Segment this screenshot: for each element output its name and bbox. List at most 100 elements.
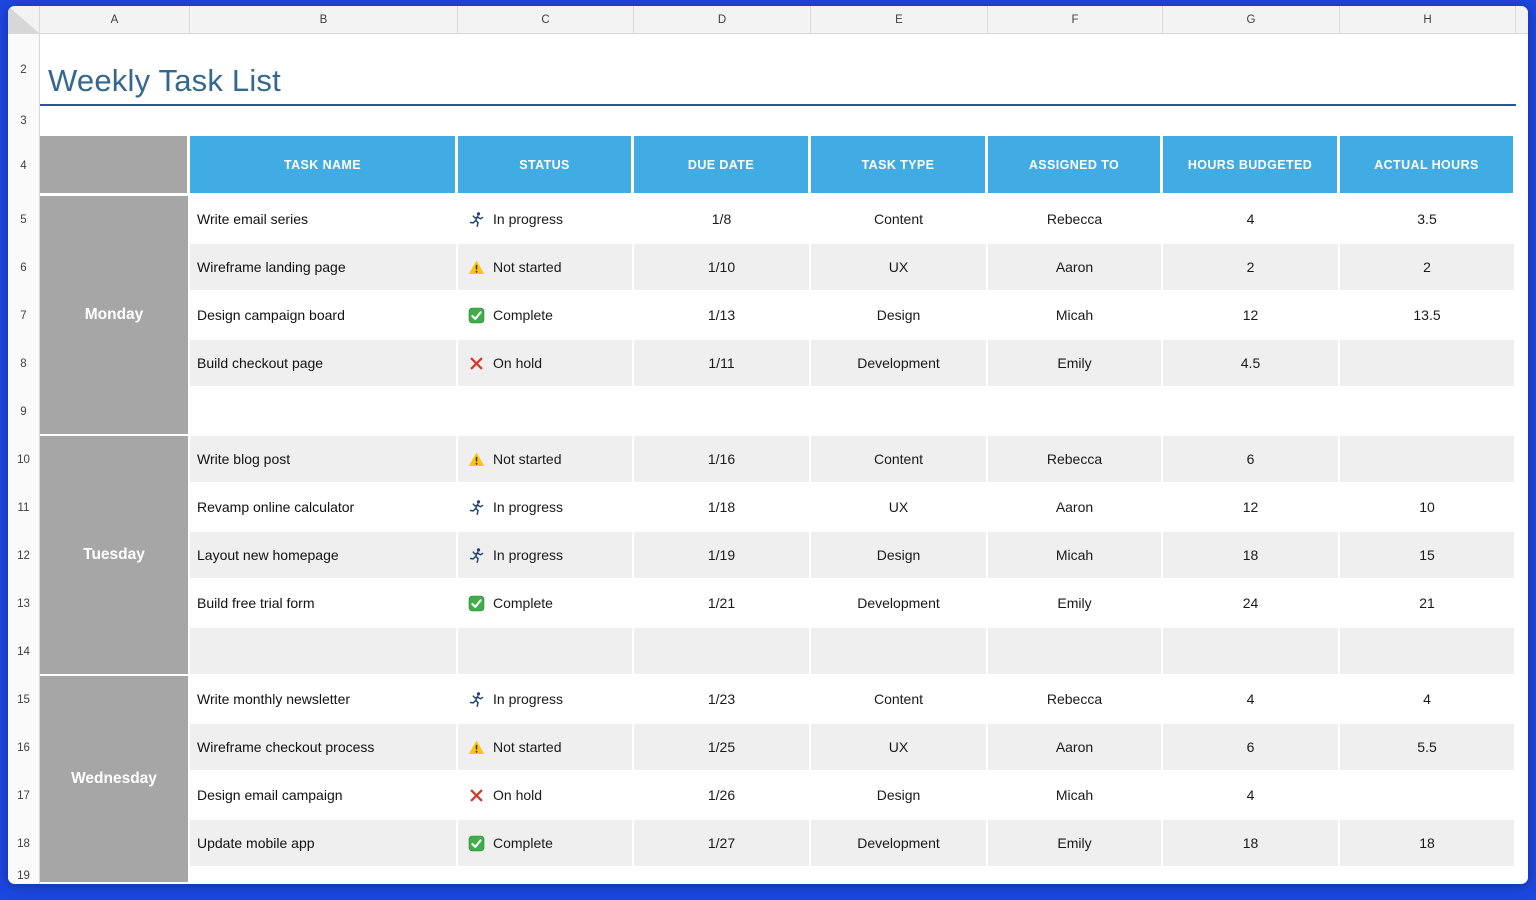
column-letter-d[interactable]: D [634,6,811,33]
cell-hours-budgeted[interactable]: 2 [1163,244,1340,292]
day-cell-tuesday[interactable]: Tuesday [40,436,190,676]
cell-task-name[interactable]: Build free trial form [190,580,458,628]
header-corner-cell[interactable] [40,136,190,196]
cell-hours-budgeted[interactable]: 12 [1163,292,1340,340]
cell-status[interactable]: Not started [458,724,634,772]
cell-actual-hours[interactable]: 15 [1340,532,1516,580]
cell-task-name[interactable]: Wireframe landing page [190,244,458,292]
cell-actual-hours[interactable]: 4 [1340,676,1516,724]
cell-status[interactable]: On hold [458,340,634,388]
row-number-10[interactable]: 10 [8,436,39,484]
cell-actual-hours[interactable]: 21 [1340,580,1516,628]
row-number-3[interactable]: 3 [8,106,39,136]
cell-status-empty[interactable] [458,628,634,676]
cell-actual-hours[interactable]: 10 [1340,484,1516,532]
cell-task-name-empty[interactable] [190,868,458,884]
cell-task-name[interactable]: Wireframe checkout process [190,724,458,772]
cell-status[interactable]: Complete [458,820,634,868]
cell-hours-budgeted[interactable]: 24 [1163,580,1340,628]
cell-due-date[interactable]: 1/27 [634,820,811,868]
cell-due-date[interactable]: 1/8 [634,196,811,244]
cell-task-type[interactable]: Development [811,820,988,868]
sheet-title[interactable]: Weekly Task List [48,63,281,99]
cell-status[interactable]: Complete [458,292,634,340]
cell-assigned-to[interactable]: Aaron [988,484,1163,532]
cell-hours-budgeted[interactable]: 4 [1163,772,1340,820]
cell-due-date[interactable]: 1/13 [634,292,811,340]
cell-due-date[interactable]: 1/11 [634,340,811,388]
cell-status-empty[interactable] [458,388,634,436]
cell-actual-hours[interactable]: 3.5 [1340,196,1516,244]
cell-hours-budgeted[interactable]: 6 [1163,724,1340,772]
column-letter-e[interactable]: E [811,6,988,33]
cell-actual-hours-empty[interactable] [1340,628,1516,676]
cell-hours-budgeted[interactable]: 12 [1163,484,1340,532]
cell-actual-hours[interactable] [1340,772,1516,820]
cell-task-name[interactable]: Build checkout page [190,340,458,388]
cell-assigned-to[interactable]: Aaron [988,724,1163,772]
header-assigned-to[interactable]: ASSIGNED TO [988,136,1163,196]
row-number-9[interactable]: 9 [8,388,39,436]
cell-hours-budgeted[interactable]: 4.5 [1163,340,1340,388]
cell-actual-hours[interactable]: 2 [1340,244,1516,292]
cell-actual-hours[interactable] [1340,436,1516,484]
cell-due-date[interactable]: 1/18 [634,484,811,532]
cell-status[interactable]: In progress [458,676,634,724]
cell-assigned-to-empty[interactable] [988,628,1163,676]
cell-task-name[interactable]: Update mobile app [190,820,458,868]
cell-actual-hours[interactable] [1340,340,1516,388]
cell-assigned-to[interactable]: Micah [988,292,1163,340]
cell-due-date[interactable]: 1/26 [634,772,811,820]
cell-assigned-to[interactable]: Emily [988,340,1163,388]
header-status[interactable]: STATUS [458,136,634,196]
row-number-6[interactable]: 6 [8,244,39,292]
cell-task-type-empty[interactable] [811,628,988,676]
cell-task-type[interactable]: Development [811,580,988,628]
cell-assigned-to[interactable]: Micah [988,772,1163,820]
row-number-16[interactable]: 16 [8,724,39,772]
cell-task-name[interactable]: Design campaign board [190,292,458,340]
cell-status[interactable]: Not started [458,436,634,484]
cell-assigned-to-empty[interactable] [988,388,1163,436]
cell-task-type-empty[interactable] [811,388,988,436]
cell-due-date[interactable]: 1/23 [634,676,811,724]
row-number-8[interactable]: 8 [8,340,39,388]
cell-task-type[interactable]: UX [811,244,988,292]
cell-task-type[interactable]: Development [811,340,988,388]
row-number-17[interactable]: 17 [8,772,39,820]
cell-due-date-empty[interactable] [634,868,811,884]
row-number-15[interactable]: 15 [8,676,39,724]
cell-task-name[interactable]: Write monthly newsletter [190,676,458,724]
header-task-type[interactable]: TASK TYPE [811,136,988,196]
cell-due-date[interactable]: 1/16 [634,436,811,484]
cell-task-name[interactable]: Revamp online calculator [190,484,458,532]
header-actual-hours[interactable]: ACTUAL HOURS [1340,136,1516,196]
cell-task-name[interactable]: Write blog post [190,436,458,484]
row-number-2[interactable]: 2 [8,34,39,106]
cell-hours-budgeted-empty[interactable] [1163,388,1340,436]
cell-actual-hours[interactable]: 18 [1340,820,1516,868]
cell-task-type[interactable]: Content [811,676,988,724]
column-letter-a[interactable]: A [40,6,190,33]
row-number-13[interactable]: 13 [8,580,39,628]
header-task-name[interactable]: TASK NAME [190,136,458,196]
cell-actual-hours-empty[interactable] [1340,388,1516,436]
cell-status[interactable]: On hold [458,772,634,820]
cell-actual-hours[interactable]: 5.5 [1340,724,1516,772]
cell-due-date[interactable]: 1/19 [634,532,811,580]
cell-hours-budgeted[interactable]: 18 [1163,532,1340,580]
row-number-4[interactable]: 4 [8,136,39,196]
cell-hours-budgeted-empty[interactable] [1163,628,1340,676]
column-letter-f[interactable]: F [988,6,1163,33]
row-number-14[interactable]: 14 [8,628,39,676]
cell-task-type[interactable]: Content [811,196,988,244]
column-letter-g[interactable]: G [1163,6,1340,33]
column-letter-h[interactable]: H [1340,6,1516,33]
cell-hours-budgeted[interactable]: 4 [1163,196,1340,244]
cell-status[interactable]: Complete [458,580,634,628]
cell-hours-budgeted[interactable]: 18 [1163,820,1340,868]
cell-task-type[interactable]: UX [811,724,988,772]
cell-status[interactable]: In progress [458,196,634,244]
cell-due-date-empty[interactable] [634,628,811,676]
cell-status[interactable]: In progress [458,532,634,580]
